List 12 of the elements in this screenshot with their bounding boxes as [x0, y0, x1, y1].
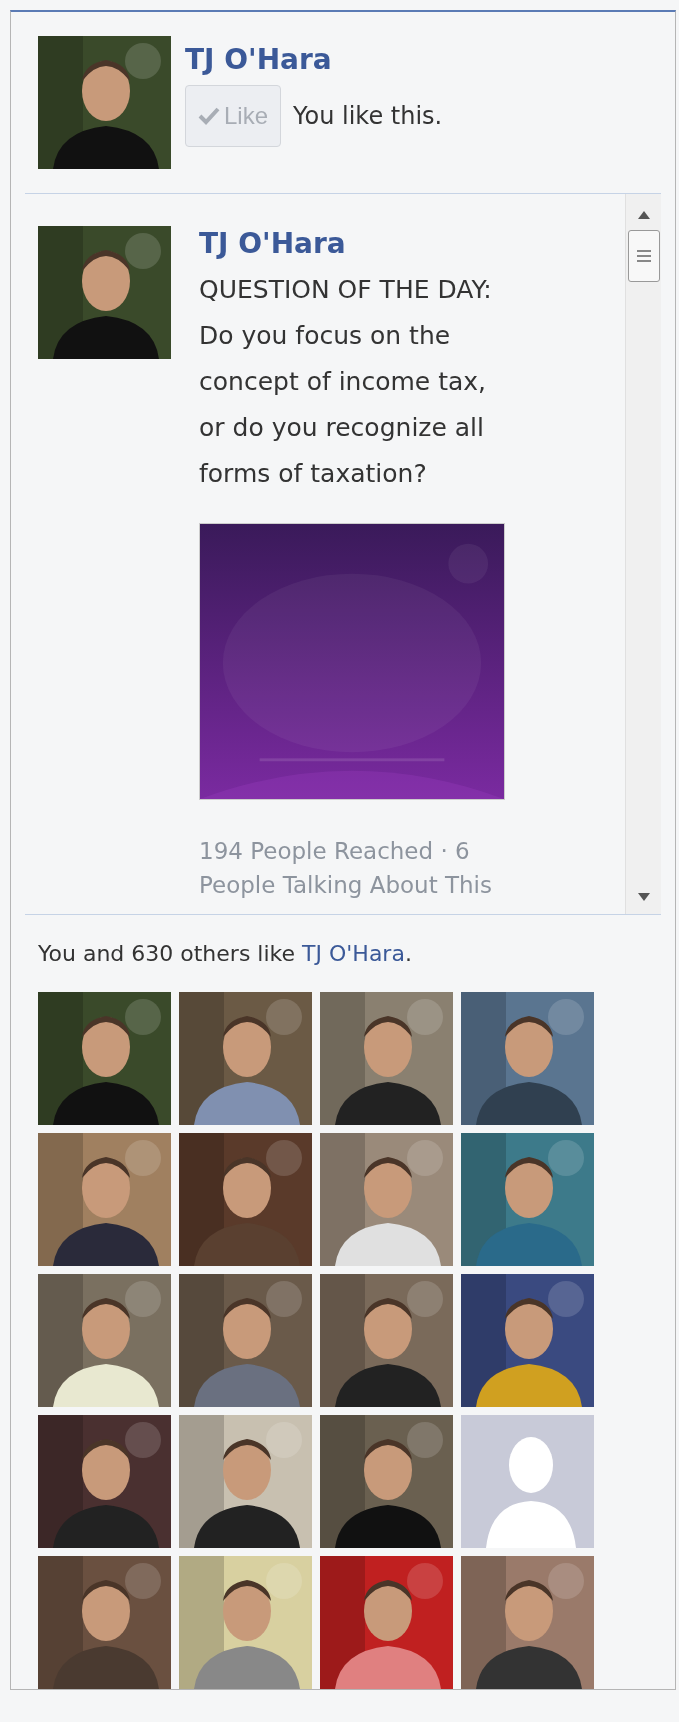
scroll-thumb[interactable]: [627, 230, 660, 282]
post-stats: 194 People Reached · 6 People Talking About This: [199, 837, 493, 900]
post-author[interactable]: TJ O'Hara: [199, 226, 519, 261]
scroll-up-icon[interactable]: [636, 210, 651, 220]
post-text: QUESTION OF THE DAY: Do you focus on the concept of income tax, or do you recognize all forms of taxation?: [199, 274, 493, 490]
check-icon: [198, 107, 220, 125]
fans-summary: You and 630 others like TJ O'Hara.: [38, 940, 413, 968]
like-status: You like this.: [293, 101, 443, 132]
page-link[interactable]: TJ O'Hara: [302, 941, 405, 966]
scroll-down-icon[interactable]: [636, 892, 651, 902]
page-name[interactable]: TJ O'Hara: [185, 42, 443, 77]
scrollbar[interactable]: [625, 194, 661, 914]
